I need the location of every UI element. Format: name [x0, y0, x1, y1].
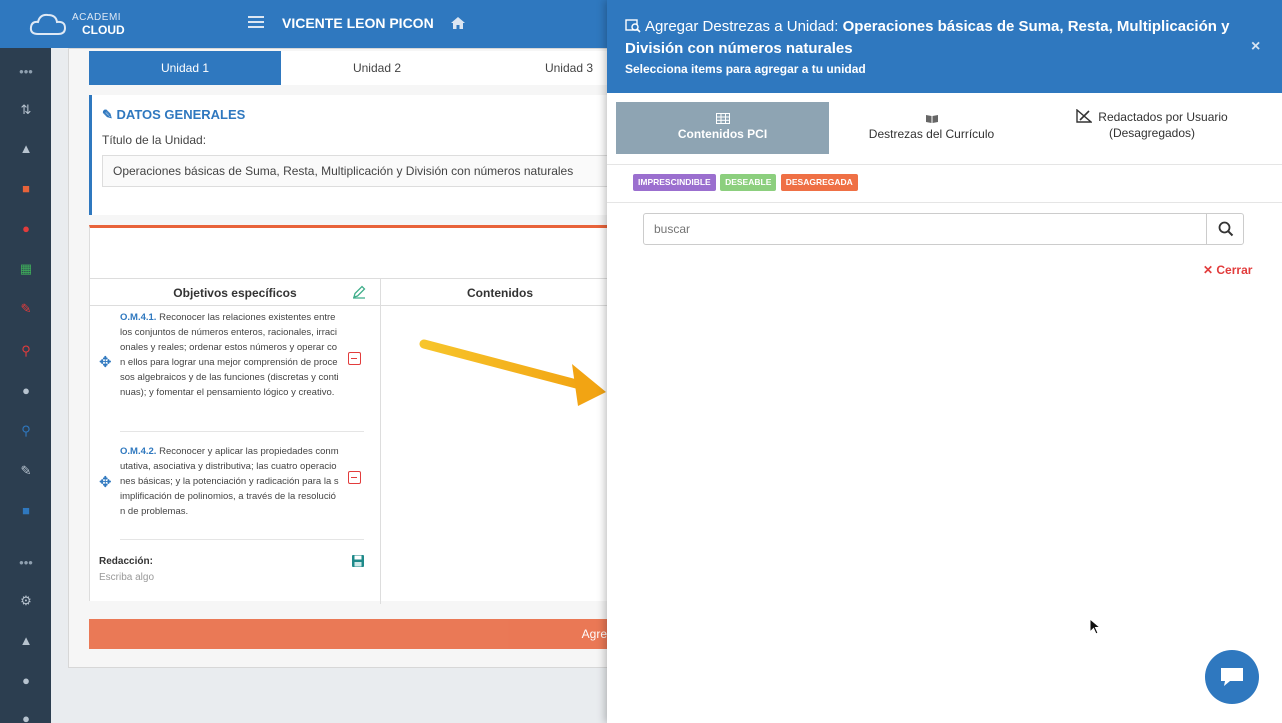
redaccion-input[interactable]: Escriba algo — [99, 572, 154, 583]
mouse-cursor-icon — [1089, 618, 1101, 635]
chat-bubble-icon — [1221, 668, 1243, 686]
datos-generales-card: ✎ DATOS GENERALES Título de la Unidad: O… — [89, 95, 622, 215]
unit-title-input[interactable]: Operaciones básicas de Suma, Resta, Mult… — [102, 155, 622, 187]
close-icon[interactable]: × — [1251, 38, 1260, 56]
table-icon — [715, 113, 730, 124]
search-icon-blue[interactable]: ⚲ — [18, 424, 34, 438]
edit-icon-2[interactable]: ✎ — [18, 464, 34, 478]
unit-grid: Objetivos específicos Contenidos ✥ O.M.4… — [89, 225, 620, 604]
settings-icon[interactable]: ⚙ — [18, 594, 34, 608]
edit-icon[interactable]: ✎ — [18, 302, 34, 316]
badge-deseable: DESEABLE — [720, 174, 777, 191]
objective-item: O.M.4.2. Reconocer y aplicar las propied… — [120, 446, 339, 517]
search-button[interactable] — [1206, 214, 1243, 244]
brand-top: ACADEMI — [72, 12, 122, 23]
unit-title-label: Título de la Unidad: — [102, 133, 207, 147]
cerrar-link[interactable]: ✕ Cerrar — [1203, 263, 1252, 277]
modal-subtitle: Selecciona items para agregar a tu unida… — [625, 62, 866, 76]
item-separator — [120, 431, 364, 432]
tab-unidad-1[interactable]: Unidad 1 — [89, 51, 281, 85]
graduation-cap-icon-2[interactable]: ▲ — [18, 634, 34, 648]
move-icon[interactable]: ✥ — [99, 473, 112, 491]
badge-imprescindible: IMPRESCINDIBLE — [633, 174, 716, 191]
graduation-cap-icon[interactable]: ▲ — [18, 142, 34, 156]
book-icon — [925, 115, 938, 123]
search-box — [643, 213, 1244, 245]
tab-label: Destrezas del Currículo — [868, 127, 995, 141]
badge-desagregada: DESAGREGADA — [780, 174, 858, 191]
modal-title: Agregar Destrezas a Unidad: Operaciones … — [625, 18, 1230, 57]
tab-label: Redactados por Usuario — [1045, 108, 1259, 125]
pencil-icon[interactable] — [352, 285, 366, 299]
modal-tabs: Contenidos PCI Destrezas del Currículo R… — [607, 93, 1282, 165]
hamburger-menu-icon[interactable] — [248, 16, 264, 30]
home-icon[interactable] — [450, 15, 466, 31]
unit-tabs: Unidad 1 Unidad 2 Unidad 3 — [89, 51, 609, 85]
search-input[interactable] — [644, 214, 1206, 244]
user-icon-2[interactable]: ● — [18, 674, 34, 688]
tab-contenidos-pci[interactable]: Contenidos PCI — [616, 102, 829, 154]
datos-generales-heading: ✎ DATOS GENERALES — [102, 107, 246, 122]
remove-icon[interactable] — [348, 471, 361, 484]
cloud-logo-icon — [29, 13, 67, 35]
column-divider — [380, 278, 381, 604]
user-icon[interactable]: ● — [18, 384, 34, 398]
tab-unidad-2[interactable]: Unidad 2 — [281, 51, 473, 85]
tab-label-line2: (Desagregados) — [1108, 126, 1196, 140]
calendar-icon[interactable]: ▦ — [18, 262, 34, 276]
tab-destrezas-curriculo[interactable]: Destrezas del Currículo — [829, 102, 1034, 154]
search-list-icon — [625, 19, 641, 33]
ruler-pencil-icon — [1076, 108, 1094, 123]
magnifier-icon — [1218, 221, 1234, 237]
save-icon[interactable] — [351, 554, 365, 568]
agregar-destrezas-modal: Agregar Destrezas a Unidad: Operaciones … — [607, 0, 1282, 723]
objetivos-column-header: Objetivos específicos — [90, 278, 380, 306]
redaccion-label: Redacción: — [99, 556, 153, 567]
briefcase-icon[interactable]: ■ — [18, 504, 34, 518]
user-name: VICENTE LEON PICON — [282, 15, 434, 31]
item-separator — [120, 539, 364, 540]
agregar-button[interactable]: Agre — [89, 619, 619, 649]
modal-header: Agregar Destrezas a Unidad: Operaciones … — [607, 0, 1282, 93]
objective-item: O.M.4.1. Reconocer las relaciones existe… — [120, 312, 339, 398]
more-icon-2[interactable]: ••• — [18, 556, 34, 570]
sidebar: ••• ⇅ ▲ ■ ● ▦ ✎ ⚲ ● ⚲ ✎ ■ ••• ⚙ ▲ ● ● — [0, 48, 51, 723]
academicloud-logo[interactable]: ACADEMI CLOUD — [28, 8, 148, 42]
x-icon: ✕ — [1203, 263, 1217, 277]
sort-icon[interactable]: ⇅ — [18, 103, 34, 117]
chat-button[interactable] — [1205, 650, 1259, 704]
brand-bottom: CLOUD — [82, 23, 125, 37]
move-icon[interactable]: ✥ — [99, 353, 112, 371]
annotation-arrow — [419, 339, 606, 406]
tab-redactados-usuario[interactable]: Redactados por Usuario (Desagregados) — [1045, 108, 1259, 161]
remove-icon[interactable] — [348, 352, 361, 365]
folder-icon[interactable]: ■ — [18, 182, 34, 196]
legend-badges: IMPRESCINDIBLE DESEABLE DESAGREGADA — [633, 174, 859, 192]
divider — [607, 202, 1282, 203]
users-edit-icon: ✎ — [102, 107, 117, 122]
more-icon[interactable]: ••• — [18, 65, 34, 79]
group-icon[interactable]: ● — [18, 712, 34, 723]
tab-label: Contenidos PCI — [677, 127, 768, 141]
search-icon[interactable]: ⚲ — [18, 344, 34, 358]
contenidos-column-header: Contenidos — [380, 278, 620, 306]
users-icon[interactable]: ● — [18, 222, 34, 236]
